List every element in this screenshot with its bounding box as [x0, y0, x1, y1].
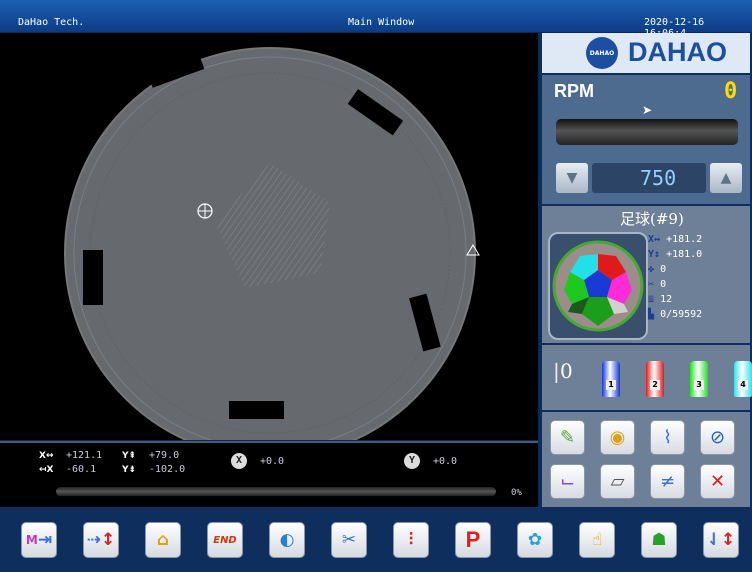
manual-stitch-icon[interactable]: ⌙ [550, 464, 585, 499]
x-offset: +0.0 [260, 456, 285, 467]
design-layers: 12 [660, 294, 673, 305]
thread-panel: ❘ 0 1234 [542, 345, 752, 410]
needle-number: 0 [560, 359, 573, 383]
thread-spool-number: 4 [738, 380, 748, 390]
pattern-library-icon[interactable]: ✿ [517, 522, 553, 558]
progress-label: 0% [511, 488, 522, 498]
design-stitches: 0/59592 [660, 309, 703, 320]
cancel-icon[interactable]: ✕ [700, 464, 735, 499]
y-min: -102.0 [149, 464, 186, 475]
y-max: +79.0 [149, 450, 180, 461]
x-offset-icon: X [231, 453, 247, 469]
needle-select-icon[interactable]: ⫶ [393, 522, 429, 558]
function-panel: ✎ ◉ ⌇ ⊘ ⌙ ▱ ≠ ✕ [542, 412, 750, 507]
logo-panel: DAHAO DAHAO [542, 33, 750, 73]
logo-badge: DAHAO [586, 37, 618, 69]
y-pos-icon: Y⇞ [122, 451, 137, 461]
no-sew-icon[interactable]: ⊘ [700, 420, 735, 455]
speed-up-button[interactable]: ▲ [710, 163, 742, 193]
x-neg-icon: ↤X [39, 465, 54, 475]
operator-icon[interactable]: ☗ [641, 522, 677, 558]
design-x-size: +181.2 [666, 234, 703, 245]
thread-spool-number: 3 [694, 380, 704, 390]
x-max: +121.1 [66, 450, 103, 461]
bottom-toolbar: M ⇥ ⇢ ↕ ⌂ END ◐ ✂ ⫶ P ✿ ☝ ☗ ⇃ ↕ [0, 507, 752, 572]
rpm-value: 0 [724, 79, 738, 104]
thread-spool-3[interactable]: 3 [690, 361, 708, 397]
design-name: 足球(#9) [620, 210, 684, 228]
rpm-panel: RPM 0 ➤ ▼ 750 ▲ [542, 75, 750, 204]
speed-set-value: 750 [640, 166, 677, 190]
right-panel: DAHAO DAHAO RPM 0 ➤ ▼ 750 ▲ 足球(#9) X↔ +1… [540, 33, 752, 507]
layer-icon: ≣ [648, 294, 655, 305]
needle-stitch-icon[interactable]: ⌇ [650, 420, 685, 455]
thread-trim-icon[interactable]: ✂ [331, 522, 367, 558]
window-title: Main Window [348, 17, 415, 28]
design-preview-svg [64, 47, 480, 440]
speed-icon[interactable]: ◐ [269, 522, 305, 558]
design-info-panel: 足球(#9) X↔ +181.2 Y↕ +181.0 ✤ 0 ✂ 0 ≣ 12 … [542, 206, 750, 343]
company-name: DaHao Tech. [18, 17, 85, 28]
x-pos-icon: X↔ [39, 451, 54, 461]
speed-meter-bar [556, 119, 738, 145]
y-neg-icon: Y⇟ [122, 465, 137, 475]
logo-text: DAHAO [628, 37, 727, 67]
stitch-count-icon: ▙ [648, 309, 655, 320]
parameter-button[interactable]: P [455, 522, 491, 558]
mouse-cursor: ➤ [642, 103, 653, 117]
color-order-icon[interactable]: ⇢ ↕ [83, 522, 119, 558]
thread-spool-number: 2 [650, 380, 660, 390]
needle-jump-icon[interactable]: ≠ [650, 464, 685, 499]
home-icon[interactable]: ⌂ [145, 522, 181, 558]
y-size-icon: Y↕ [648, 249, 661, 260]
design-thumbnail[interactable] [548, 232, 648, 340]
touch-icon[interactable]: ☝ [579, 522, 615, 558]
color-change-icon: ✤ [648, 264, 655, 275]
thread-spool-4[interactable]: 4 [734, 361, 752, 397]
speed-display: 750 [592, 163, 706, 193]
manual-color-change-icon[interactable]: M ⇥ [21, 522, 57, 558]
needle-up-down-icon[interactable]: ⇃ ↕ [703, 522, 739, 558]
end-icon[interactable]: END [207, 522, 243, 558]
design-trims: 0 [660, 279, 667, 290]
x-size-icon: X↔ [648, 234, 661, 245]
coordinates-panel: X↔ +121.1 ↤X -60.1 Y⇞ +79.0 Y⇟ -102.0 X … [0, 441, 538, 509]
design-y-size: +181.0 [666, 249, 703, 260]
embroidery-preview[interactable] [0, 33, 538, 440]
speed-down-button[interactable]: ▼ [556, 163, 588, 193]
x-min: -60.1 [66, 464, 97, 475]
y-offset: +0.0 [433, 456, 458, 467]
soccer-ball-thumbnail [552, 240, 644, 332]
trim-icon: ✂ [648, 279, 655, 290]
rpm-label: RPM [554, 81, 594, 101]
design-color-changes: 0 [660, 264, 667, 275]
pattern-icon[interactable]: ▱ [600, 464, 635, 499]
stitch-progress-bar [56, 487, 496, 496]
thread-spool-1[interactable]: 1 [602, 361, 620, 397]
title-bar: DaHao Tech. Main Window 2020-12-16 16:06… [0, 0, 752, 39]
thread-spool-number: 1 [606, 380, 616, 390]
y-offset-icon: Y [404, 453, 420, 469]
thread-cut-icon[interactable]: ✎ [550, 420, 585, 455]
thread-spool-2[interactable]: 2 [646, 361, 664, 397]
design-stats: X↔ +181.2 Y↕ +181.0 ✤ 0 ✂ 0 ≣ 12 ▙ 0/595… [648, 232, 702, 322]
frame-trace-icon[interactable]: ◉ [600, 420, 635, 455]
